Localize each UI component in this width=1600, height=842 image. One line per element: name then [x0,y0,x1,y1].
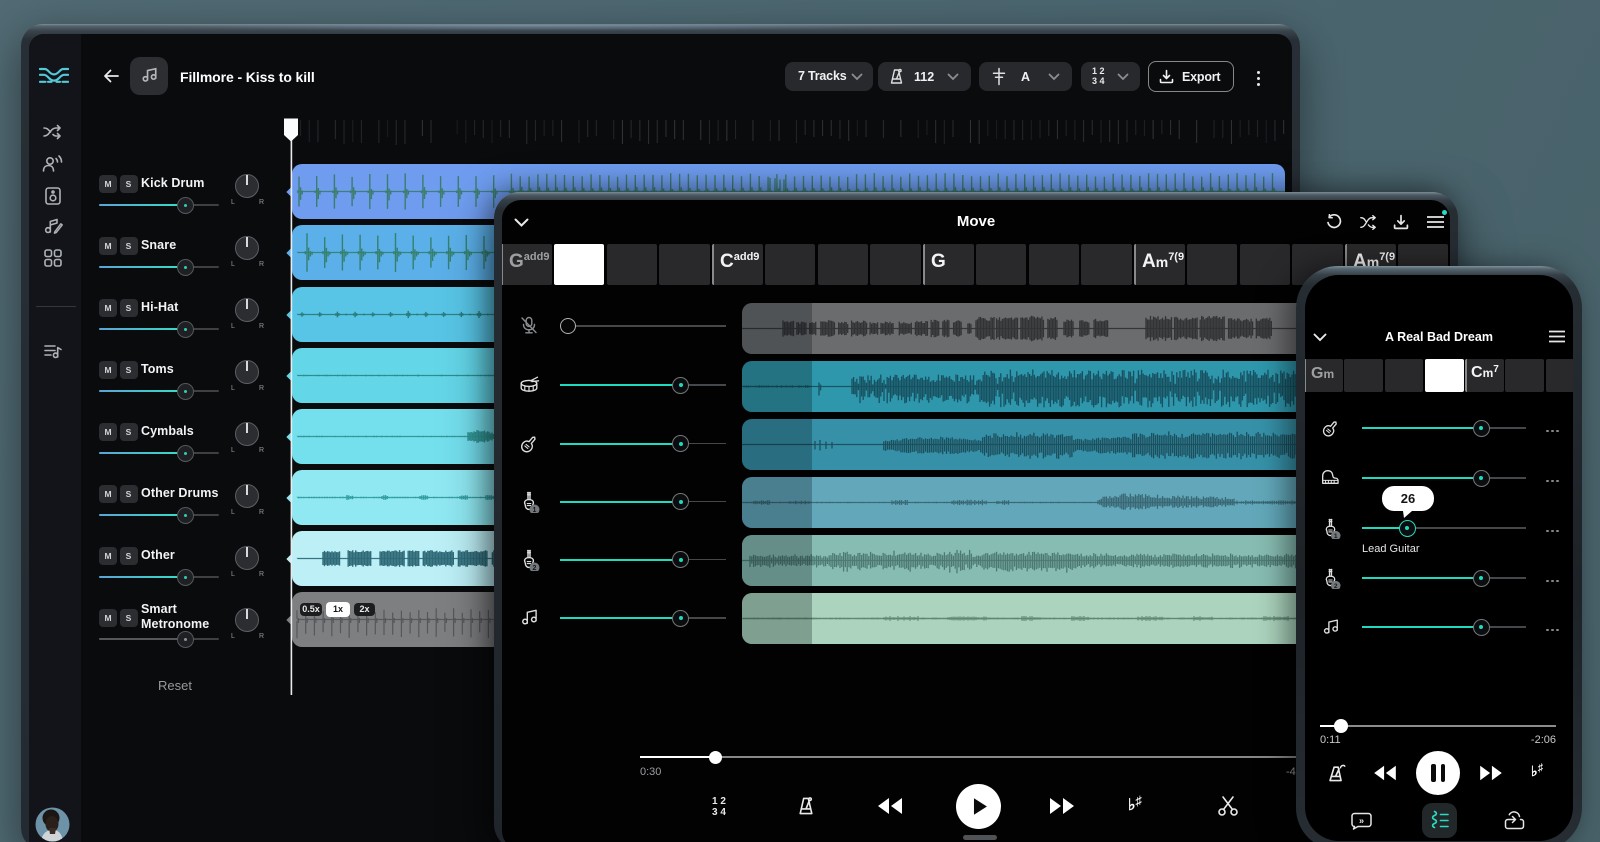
svg-text:1: 1 [533,506,537,512]
svg-text:1: 1 [1333,532,1337,538]
svg-text:2: 2 [1333,582,1337,588]
svg-text:»: » [1359,816,1364,826]
svg-text:2: 2 [533,564,537,570]
svg-text:26: 26 [1401,491,1415,506]
